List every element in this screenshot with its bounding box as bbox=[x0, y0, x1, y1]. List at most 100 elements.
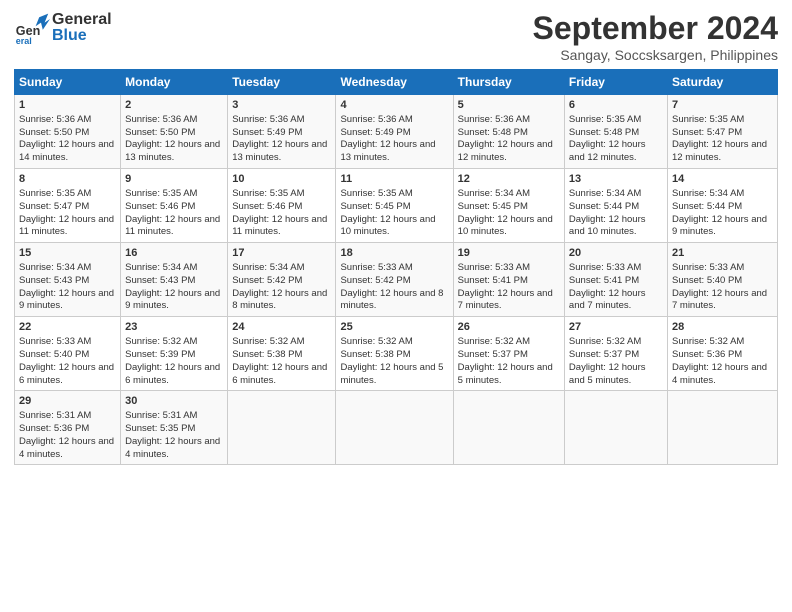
day-cell: 2Sunrise: 5:36 AMSunset: 5:50 PMDaylight… bbox=[121, 95, 228, 169]
daylight-text: Daylight: 12 hours and 6 minutes. bbox=[232, 362, 327, 386]
day-number: 26 bbox=[458, 320, 560, 335]
day-cell: 19Sunrise: 5:33 AMSunset: 5:41 PMDayligh… bbox=[453, 243, 564, 317]
day-cell: 6Sunrise: 5:35 AMSunset: 5:48 PMDaylight… bbox=[564, 95, 667, 169]
daylight-text: Daylight: 12 hours and 5 minutes. bbox=[569, 362, 646, 386]
day-number: 6 bbox=[569, 98, 663, 113]
calendar-table: Sunday Monday Tuesday Wednesday Thursday… bbox=[14, 69, 778, 465]
day-number: 4 bbox=[340, 98, 448, 113]
daylight-text: Daylight: 12 hours and 6 minutes. bbox=[125, 362, 220, 386]
sunset-text: Sunset: 5:43 PM bbox=[19, 275, 89, 286]
daylight-text: Daylight: 12 hours and 11 minutes. bbox=[19, 214, 114, 238]
day-number: 27 bbox=[569, 320, 663, 335]
day-cell: 9Sunrise: 5:35 AMSunset: 5:46 PMDaylight… bbox=[121, 169, 228, 243]
day-number: 3 bbox=[232, 98, 331, 113]
daylight-text: Daylight: 12 hours and 7 minutes. bbox=[569, 288, 646, 312]
day-number: 18 bbox=[340, 246, 448, 261]
day-cell: 16Sunrise: 5:34 AMSunset: 5:43 PMDayligh… bbox=[121, 243, 228, 317]
sunrise-text: Sunrise: 5:34 AM bbox=[19, 262, 91, 273]
day-number: 12 bbox=[458, 172, 560, 187]
sunset-text: Sunset: 5:45 PM bbox=[458, 201, 528, 212]
main-title: September 2024 bbox=[533, 10, 778, 47]
sunrise-text: Sunrise: 5:32 AM bbox=[340, 336, 412, 347]
sunset-text: Sunset: 5:43 PM bbox=[125, 275, 195, 286]
day-cell: 1Sunrise: 5:36 AMSunset: 5:50 PMDaylight… bbox=[15, 95, 121, 169]
daylight-text: Daylight: 12 hours and 10 minutes. bbox=[340, 214, 435, 238]
day-cell: 21Sunrise: 5:33 AMSunset: 5:40 PMDayligh… bbox=[667, 243, 777, 317]
daylight-text: Daylight: 12 hours and 13 minutes. bbox=[340, 139, 435, 163]
daylight-text: Daylight: 12 hours and 11 minutes. bbox=[125, 214, 220, 238]
col-friday: Friday bbox=[564, 70, 667, 95]
logo-blue-text: Blue bbox=[52, 28, 112, 44]
day-number: 24 bbox=[232, 320, 331, 335]
sunset-text: Sunset: 5:42 PM bbox=[232, 275, 302, 286]
logo-text-block: General Blue bbox=[52, 12, 112, 44]
calendar-body: 1 Sunrise: 5:36 AM Sunset: 5:50 PM Daylight… bbox=[15, 95, 778, 465]
day-cell: 12Sunrise: 5:34 AMSunset: 5:45 PMDayligh… bbox=[453, 169, 564, 243]
daylight-text: Daylight: 12 hours and 13 minutes. bbox=[232, 139, 327, 163]
day-number: 1 bbox=[19, 98, 116, 113]
day-cell: 3Sunrise: 5:36 AMSunset: 5:49 PMDaylight… bbox=[228, 95, 336, 169]
sunset-text: Sunset: 5:48 PM bbox=[458, 127, 528, 138]
sunset-text: Sunset: 5:46 PM bbox=[125, 201, 195, 212]
sunrise-text: Sunrise: 5:32 AM bbox=[569, 336, 641, 347]
daylight-text: Daylight: 12 hours and 5 minutes. bbox=[340, 362, 443, 386]
day-cell: 7Sunrise: 5:35 AMSunset: 5:47 PMDaylight… bbox=[667, 95, 777, 169]
sunrise-text: Sunrise: 5:33 AM bbox=[672, 262, 744, 273]
daylight-text: Daylight: 12 hours and 12 minutes. bbox=[672, 139, 767, 163]
sunset-text: Sunset: 5:47 PM bbox=[19, 201, 89, 212]
sunrise-text: Sunrise: 5:33 AM bbox=[569, 262, 641, 273]
day-cell bbox=[336, 391, 453, 465]
col-sunday: Sunday bbox=[15, 70, 121, 95]
day-cell: 18Sunrise: 5:33 AMSunset: 5:42 PMDayligh… bbox=[336, 243, 453, 317]
daylight-text: Daylight: 12 hours and 9 minutes. bbox=[672, 214, 767, 238]
sunset-text: Sunset: 5:38 PM bbox=[232, 349, 302, 360]
day-cell: 10Sunrise: 5:35 AMSunset: 5:46 PMDayligh… bbox=[228, 169, 336, 243]
sunset-text: Sunset: 5:47 PM bbox=[672, 127, 742, 138]
sunrise-text: Sunrise: 5:32 AM bbox=[672, 336, 744, 347]
day-number: 11 bbox=[340, 172, 448, 187]
day-number: 19 bbox=[458, 246, 560, 261]
sunset-text: Sunset: 5:46 PM bbox=[232, 201, 302, 212]
day-number: 20 bbox=[569, 246, 663, 261]
day-number: 29 bbox=[19, 394, 116, 409]
day-number: 16 bbox=[125, 246, 223, 261]
day-cell: 4Sunrise: 5:36 AMSunset: 5:49 PMDaylight… bbox=[336, 95, 453, 169]
col-wednesday: Wednesday bbox=[336, 70, 453, 95]
daylight-text: Daylight: 12 hours and 7 minutes. bbox=[672, 288, 767, 312]
day-number: 5 bbox=[458, 98, 560, 113]
sunset-text: Sunset: 5:48 PM bbox=[569, 127, 639, 138]
page: Gen eral General Blue September 2024 San… bbox=[0, 0, 792, 612]
sunset-text: Sunset: 5:37 PM bbox=[569, 349, 639, 360]
sunrise-text: Sunrise: 5:33 AM bbox=[458, 262, 530, 273]
sunset-text: Sunset: 5:44 PM bbox=[569, 201, 639, 212]
week-row-5: 29Sunrise: 5:31 AMSunset: 5:36 PMDayligh… bbox=[15, 391, 778, 465]
day-number: 13 bbox=[569, 172, 663, 187]
day-number: 28 bbox=[672, 320, 773, 335]
sunrise-text: Sunrise: 5:34 AM bbox=[569, 188, 641, 199]
sunrise-text: Sunrise: 5:36 AM bbox=[232, 114, 304, 125]
day-cell: 15Sunrise: 5:34 AMSunset: 5:43 PMDayligh… bbox=[15, 243, 121, 317]
day-cell: 24Sunrise: 5:32 AM Sunset: 5:38 PM Dayligh… bbox=[228, 317, 336, 391]
daylight-text: Daylight: 12 hours and 10 minutes. bbox=[458, 214, 553, 238]
daylight-text: Daylight: 12 hours and 8 minutes. bbox=[340, 288, 443, 312]
day-cell: 17Sunrise: 5:34 AMSunset: 5:42 PMDayligh… bbox=[228, 243, 336, 317]
sunset-text: Sunset: 5:50 PM bbox=[125, 127, 195, 138]
day-number: 22 bbox=[19, 320, 116, 335]
sunrise-text: Sunrise: 5:32 AM bbox=[232, 336, 304, 347]
sunset-text: Sunset: 5:41 PM bbox=[569, 275, 639, 286]
daylight-text: Daylight: 12 hours and 11 minutes. bbox=[232, 214, 327, 238]
sunset-text: Sunset: 5:49 PM bbox=[340, 127, 410, 138]
sunrise-text: Sunrise: 5:31 AM bbox=[125, 410, 197, 421]
day-number: 25 bbox=[340, 320, 448, 335]
day-number: 23 bbox=[125, 320, 223, 335]
daylight-text: Daylight: 12 hours and 4 minutes. bbox=[125, 436, 220, 460]
day-cell: 26Sunrise: 5:32 AMSunset: 5:37 PMDayligh… bbox=[453, 317, 564, 391]
sunset-text: Sunset: 5:37 PM bbox=[458, 349, 528, 360]
day-cell: 5Sunrise: 5:36 AMSunset: 5:48 PMDaylight… bbox=[453, 95, 564, 169]
logo-icon: Gen eral bbox=[14, 10, 50, 46]
title-area: September 2024 Sangay, Soccsksargen, Phi… bbox=[533, 10, 778, 63]
subtitle: Sangay, Soccsksargen, Philippines bbox=[533, 47, 778, 63]
sunset-text: Sunset: 5:42 PM bbox=[340, 275, 410, 286]
daylight-text: Daylight: 12 hours and 9 minutes. bbox=[19, 288, 114, 312]
header: Gen eral General Blue September 2024 San… bbox=[14, 10, 778, 63]
